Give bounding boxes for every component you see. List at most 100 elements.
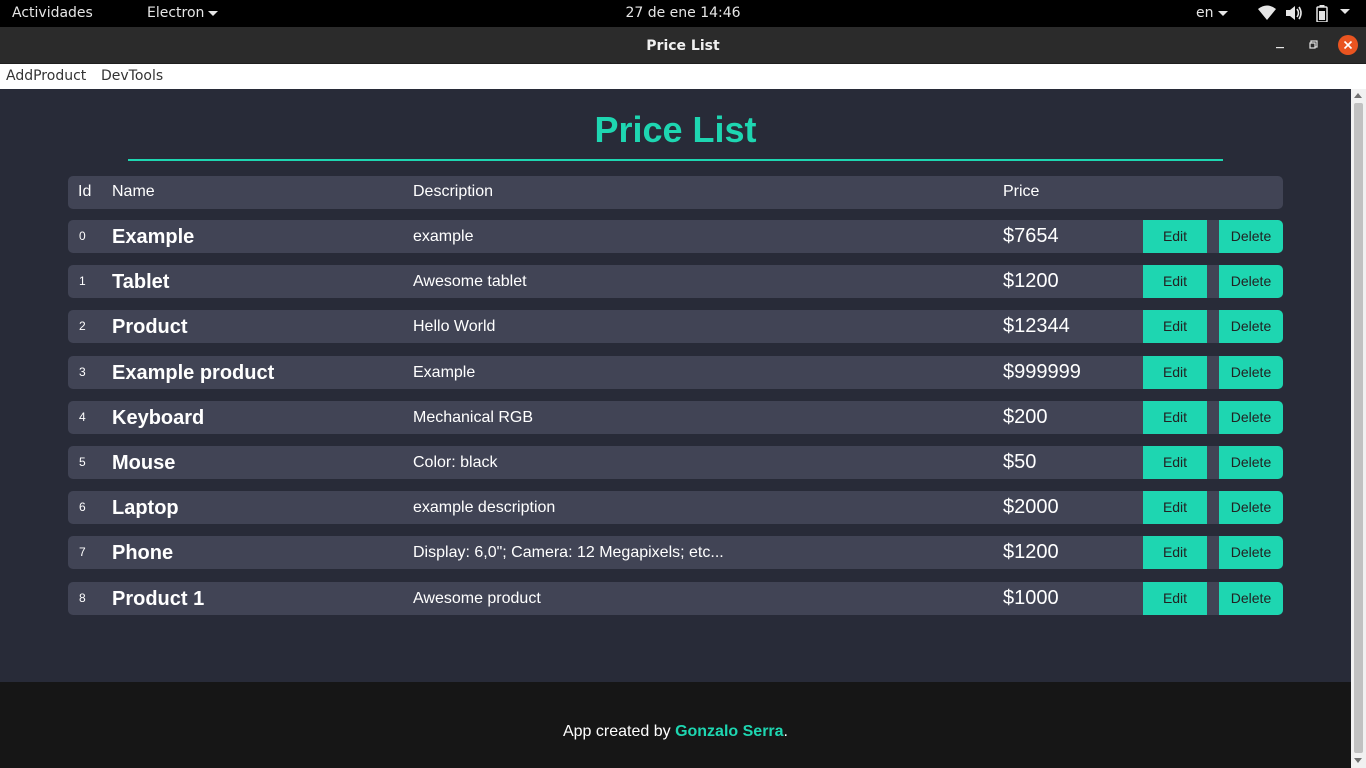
row-price: $7654 xyxy=(1003,225,1059,247)
row-price: $1200 xyxy=(1003,541,1059,563)
table-row: 3 Example product Example $999999 Edit Delete xyxy=(68,356,1283,389)
table-row: 1 Tablet Awesome tablet $1200 Edit Delete xyxy=(68,265,1283,298)
table-row: 7 Phone Display: 6,0"; Camera: 12 Megapixe… xyxy=(68,536,1283,569)
table-header: Id Name Description Price xyxy=(68,176,1283,209)
table-row: 4 Keyboard Mechanical RGB $200 Edit Delete xyxy=(68,401,1283,434)
row-name: Phone xyxy=(112,542,174,564)
row-id: 5 xyxy=(79,455,86,469)
header-id: Id xyxy=(78,183,92,200)
row-description: example description xyxy=(413,499,556,516)
row-id: 4 xyxy=(79,410,86,424)
footer-suffix: . xyxy=(783,723,788,740)
window-title: Price List xyxy=(646,38,720,54)
page-scrollbar[interactable] xyxy=(1351,89,1366,768)
footer: App created by Gonzalo Serra. xyxy=(0,682,1351,768)
row-description: Display: 6,0"; Camera: 12 Megapixels; et… xyxy=(413,544,724,561)
delete-button[interactable]: Delete xyxy=(1219,446,1283,479)
app-menu-bar: AddProduct DevTools xyxy=(0,64,1366,89)
title-divider xyxy=(128,159,1223,161)
row-id: 2 xyxy=(79,319,86,333)
row-price: $200 xyxy=(1003,406,1048,428)
row-id: 8 xyxy=(79,591,86,605)
footer-prefix: App created by xyxy=(562,723,676,740)
row-description: Hello World xyxy=(413,318,496,335)
delete-button[interactable]: Delete xyxy=(1219,491,1283,524)
delete-button[interactable]: Delete xyxy=(1219,536,1283,569)
edit-button[interactable]: Edit xyxy=(1143,536,1207,569)
header-price: Price xyxy=(1003,183,1040,200)
maximize-button[interactable] xyxy=(1304,35,1324,55)
page-title: Price List xyxy=(594,109,757,150)
close-icon xyxy=(1343,40,1353,50)
footer-credit: App created by Gonzalo Serra. xyxy=(0,723,1351,741)
row-id: 0 xyxy=(79,229,86,243)
row-price: $2000 xyxy=(1003,496,1059,518)
row-description: Awesome tablet xyxy=(413,273,527,290)
header-description: Description xyxy=(413,183,494,200)
row-price: $50 xyxy=(1003,451,1037,473)
row-name: Example xyxy=(112,226,195,248)
edit-button[interactable]: Edit xyxy=(1143,491,1207,524)
delete-button[interactable]: Delete xyxy=(1219,401,1283,434)
row-description: example xyxy=(413,228,474,245)
scrollbar-thumb[interactable] xyxy=(1354,103,1363,753)
edit-button[interactable]: Edit xyxy=(1143,582,1207,615)
delete-button[interactable]: Delete xyxy=(1219,220,1283,253)
table-row: 8 Product 1 Awesome product $1000 Edit Delete xyxy=(68,582,1283,615)
minimize-icon xyxy=(1276,47,1284,49)
scroll-down-icon[interactable] xyxy=(1354,758,1362,763)
row-id: 6 xyxy=(79,500,86,514)
row-price: $999999 xyxy=(1003,361,1081,383)
row-name: Tablet xyxy=(112,271,170,293)
row-description: Awesome product xyxy=(413,590,541,607)
row-description: Example xyxy=(413,364,476,381)
row-name: Example product xyxy=(112,362,275,384)
table-row: 2 Product Hello World $12344 Edit Delete xyxy=(68,310,1283,343)
delete-button[interactable]: Delete xyxy=(1219,356,1283,389)
row-description: Color: black xyxy=(413,454,498,471)
row-description: Mechanical RGB xyxy=(413,409,534,426)
row-price: $1000 xyxy=(1003,587,1059,609)
row-id: 1 xyxy=(79,274,86,288)
language-label: en xyxy=(1196,5,1214,21)
system-top-bar: Actividades Electron 27 de ene 14:46 en xyxy=(0,0,1366,27)
close-button[interactable] xyxy=(1338,35,1358,55)
edit-button[interactable]: Edit xyxy=(1143,446,1207,479)
row-name: Laptop xyxy=(112,497,179,519)
table-row: 5 Mouse Color: black $50 Edit Delete xyxy=(68,446,1283,479)
row-name: Mouse xyxy=(112,452,176,474)
window-title-bar[interactable]: Price List xyxy=(0,27,1366,64)
wifi-icon xyxy=(1258,5,1276,25)
row-name: Keyboard xyxy=(112,407,205,429)
row-id: 3 xyxy=(79,365,86,379)
restore-icon xyxy=(1309,40,1318,49)
delete-button[interactable]: Delete xyxy=(1219,582,1283,615)
battery-icon xyxy=(1316,5,1328,26)
minimize-button[interactable] xyxy=(1270,35,1290,55)
delete-button[interactable]: Delete xyxy=(1219,310,1283,343)
volume-icon xyxy=(1285,5,1303,25)
main-content: Price List Id Name Description Price 0 Ex… xyxy=(0,89,1351,682)
row-id: 7 xyxy=(79,545,86,559)
menu-devtools[interactable]: DevTools xyxy=(101,68,163,84)
language-indicator[interactable]: en xyxy=(1196,5,1228,21)
row-price: $1200 xyxy=(1003,270,1059,292)
edit-button[interactable]: Edit xyxy=(1143,220,1207,253)
table-row: 6 Laptop example description $2000 Edit Delet… xyxy=(68,491,1283,524)
edit-button[interactable]: Edit xyxy=(1143,356,1207,389)
system-status-area[interactable] xyxy=(1258,5,1358,23)
row-name: Product 1 xyxy=(112,588,205,610)
menu-add-product[interactable]: AddProduct xyxy=(6,68,86,84)
scroll-up-icon[interactable] xyxy=(1354,93,1362,98)
chevron-down-icon xyxy=(1217,10,1228,16)
delete-button[interactable]: Delete xyxy=(1219,265,1283,298)
table-row: 0 Example example $7654 Edit Delete xyxy=(68,220,1283,253)
clock[interactable]: 27 de ene 14:46 xyxy=(0,5,1366,21)
edit-button[interactable]: Edit xyxy=(1143,401,1207,434)
row-price: $12344 xyxy=(1003,315,1070,337)
edit-button[interactable]: Edit xyxy=(1143,310,1207,343)
author-name: Gonzalo Serra xyxy=(675,723,784,740)
header-name: Name xyxy=(112,183,155,200)
edit-button[interactable]: Edit xyxy=(1143,265,1207,298)
row-name: Product xyxy=(112,316,188,338)
